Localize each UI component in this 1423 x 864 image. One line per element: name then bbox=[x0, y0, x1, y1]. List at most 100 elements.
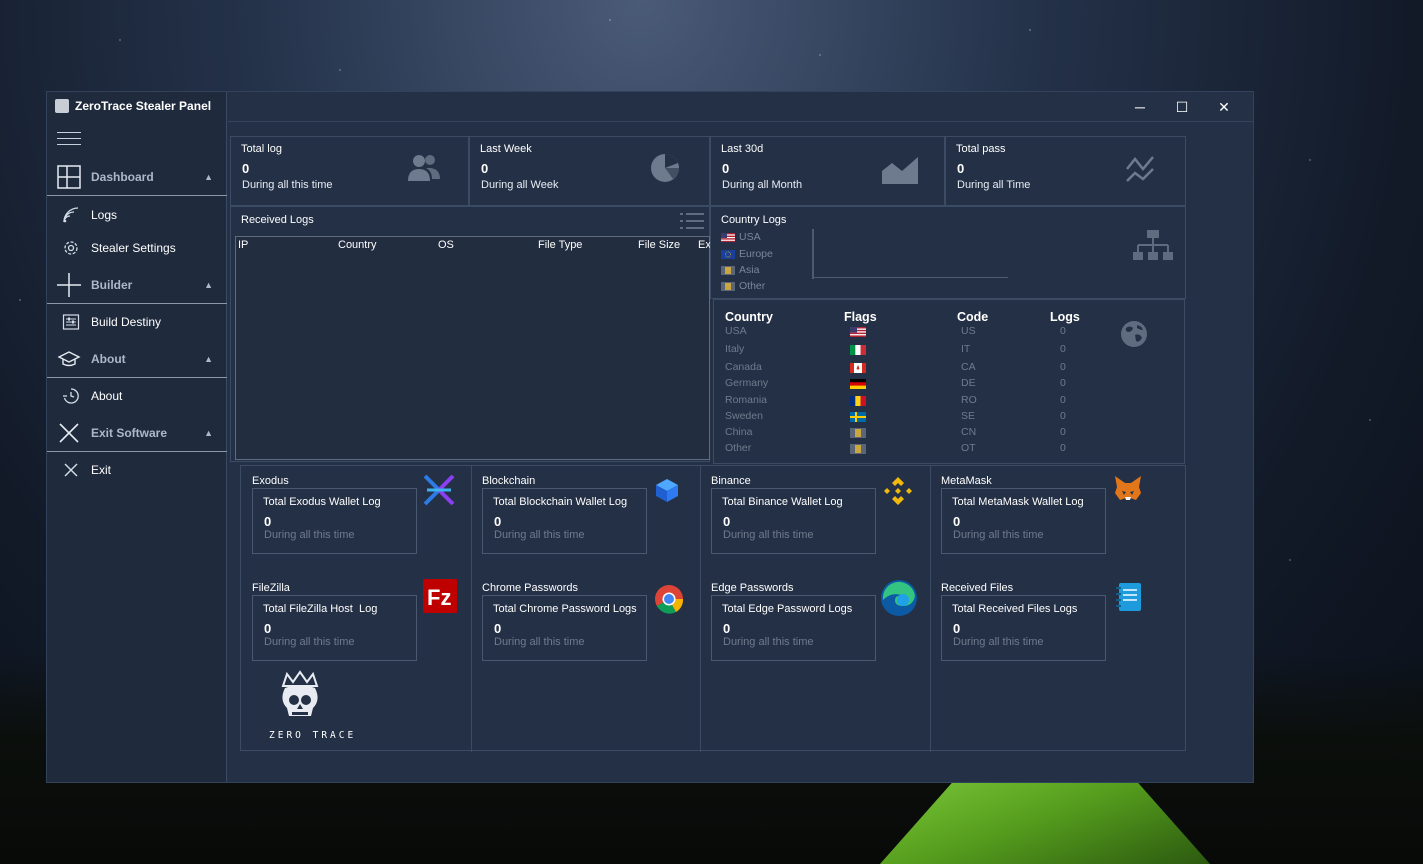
list-icon bbox=[680, 213, 704, 229]
wallet-value: 0 bbox=[264, 514, 272, 529]
sidebar-item-about[interactable]: About bbox=[47, 381, 227, 411]
chevron-up-icon: ▲ bbox=[204, 427, 213, 438]
wallet-label: Total FileZilla Host Log bbox=[263, 603, 378, 615]
nav-section-about[interactable]: About ▲ bbox=[47, 340, 227, 378]
received-logs-table[interactable]: IP Country OS File Type File Size Ex bbox=[235, 236, 711, 460]
sidebar-item-label: About bbox=[91, 389, 123, 403]
globe-icon bbox=[1121, 321, 1147, 347]
area-chart-icon bbox=[882, 157, 918, 184]
country-table-panel: Country Flags Code Logs USA US 0 Italy I… bbox=[713, 299, 1185, 464]
eu-flag-icon bbox=[721, 249, 735, 259]
wallet-card-chrome[interactable]: Total Chrome Password Logs 0 During all … bbox=[482, 595, 647, 661]
placeholder-flag-icon bbox=[850, 428, 866, 438]
wallet-title-filezilla: FileZilla bbox=[252, 582, 290, 594]
nav-section-exit-software[interactable]: Exit Software ▲ bbox=[47, 414, 227, 452]
wallet-value: 0 bbox=[723, 514, 731, 529]
country-name: Other bbox=[725, 442, 752, 454]
stat-value: 0 bbox=[242, 161, 250, 176]
sidebar-item-label: Exit bbox=[91, 463, 112, 477]
close-button[interactable]: ✕ bbox=[1203, 96, 1245, 118]
chart-axis bbox=[812, 277, 1008, 278]
wallet-card-metamask[interactable]: Total MetaMask Wallet Log 0 During all t… bbox=[941, 488, 1106, 554]
metamask-icon bbox=[1115, 476, 1141, 500]
italy-flag-icon bbox=[850, 345, 866, 355]
dashboard-icon bbox=[57, 164, 81, 189]
column-header-logs: Logs bbox=[1050, 310, 1080, 324]
window-controls: ─ ☐ ✕ bbox=[1119, 96, 1245, 118]
zerotrace-logo: ZERO TRACE bbox=[267, 670, 357, 746]
wallet-title-binance: Binance bbox=[711, 475, 751, 487]
build-icon bbox=[62, 313, 80, 331]
column-header-ip[interactable]: IP bbox=[238, 239, 248, 251]
wallet-value: 0 bbox=[723, 621, 731, 636]
received-logs-title: Received Logs bbox=[241, 214, 314, 226]
wallet-subtitle: During all this time bbox=[723, 636, 814, 648]
wallet-card-binance[interactable]: Total Binance Wallet Log 0 During all th… bbox=[711, 488, 876, 554]
svg-text:Fz: Fz bbox=[427, 585, 451, 610]
wallet-subtitle: During all this time bbox=[953, 636, 1044, 648]
sidebar-item-build-destiny[interactable]: Build Destiny bbox=[47, 307, 227, 337]
country-name: Germany bbox=[725, 377, 769, 389]
sidebar-item-exit[interactable]: Exit bbox=[47, 455, 227, 485]
legend-item-other: Other bbox=[721, 280, 765, 292]
column-header-file-type[interactable]: File Type bbox=[538, 239, 582, 251]
blockchain-icon bbox=[656, 479, 678, 502]
country-code: IT bbox=[961, 343, 971, 355]
wallet-title-chrome: Chrome Passwords bbox=[482, 582, 578, 594]
users-icon bbox=[408, 155, 440, 181]
wallet-subtitle: During all this time bbox=[494, 529, 585, 541]
notebook-icon bbox=[1116, 583, 1141, 611]
column-header-os[interactable]: OS bbox=[438, 239, 454, 251]
country-code: DE bbox=[961, 377, 976, 389]
signal-icon bbox=[62, 206, 80, 224]
legend-label: USA bbox=[739, 231, 761, 243]
nav-section-dashboard[interactable]: Dashboard ▲ bbox=[47, 158, 227, 196]
column-header-country[interactable]: Country bbox=[338, 239, 377, 251]
country-code: RO bbox=[961, 394, 977, 406]
stat-card-last-30d: Last 30d 0 During all Month bbox=[710, 136, 945, 206]
wallet-title-blockchain: Blockchain bbox=[482, 475, 536, 487]
minimize-button[interactable]: ─ bbox=[1119, 96, 1161, 118]
sidebar-item-stealer-settings[interactable]: Stealer Settings bbox=[47, 233, 227, 263]
wallet-card-blockchain[interactable]: Total Blockchain Wallet Log 0 During all… bbox=[482, 488, 647, 554]
wallet-label: Total Edge Password Logs bbox=[722, 603, 853, 615]
maximize-button[interactable]: ☐ bbox=[1161, 96, 1203, 118]
wallet-title-exodus: Exodus bbox=[252, 475, 289, 487]
country-code: CN bbox=[961, 426, 977, 438]
wallet-value: 0 bbox=[953, 514, 961, 529]
column-header-ex[interactable]: Ex bbox=[698, 239, 711, 251]
sidebar-item-logs[interactable]: Logs bbox=[47, 200, 227, 230]
nav-section-builder[interactable]: Builder ▲ bbox=[47, 266, 227, 304]
stat-subtitle: During all Week bbox=[481, 179, 559, 191]
nav-section-label: About bbox=[91, 351, 126, 366]
placeholder-flag-icon bbox=[721, 265, 735, 275]
romania-flag-icon bbox=[850, 396, 866, 406]
close-icon bbox=[62, 461, 80, 479]
chevron-up-icon: ▲ bbox=[204, 171, 213, 182]
wallet-card-exodus[interactable]: Total Exodus Wallet Log 0 During all thi… bbox=[252, 488, 417, 554]
stat-title: Total pass bbox=[956, 143, 1006, 155]
legend-item-asia: Asia bbox=[721, 264, 759, 276]
sidebar: ZeroTrace Stealer Panel Dashboard ▲ Logs… bbox=[47, 92, 227, 782]
chevron-up-icon: ▲ bbox=[204, 279, 213, 290]
country-name: Italy bbox=[725, 343, 745, 355]
received-logs-panel: Received Logs IP Country OS File Type Fi… bbox=[230, 206, 711, 462]
canada-flag-icon bbox=[850, 363, 866, 373]
country-name: Sweden bbox=[725, 410, 763, 422]
grid-divider bbox=[471, 466, 472, 752]
stat-title: Last Week bbox=[480, 143, 532, 155]
stat-title: Total log bbox=[241, 143, 282, 155]
hamburger-menu-icon[interactable] bbox=[57, 132, 81, 146]
wallet-label: Total Exodus Wallet Log bbox=[263, 496, 381, 508]
chevron-up-icon: ▲ bbox=[204, 353, 213, 364]
wallet-subtitle: During all this time bbox=[264, 636, 355, 648]
wallet-card-edge[interactable]: Total Edge Password Logs 0 During all th… bbox=[711, 595, 876, 661]
wallet-value: 0 bbox=[953, 621, 961, 636]
logo-text: ZERO TRACE bbox=[269, 730, 357, 741]
wallet-card-filezilla[interactable]: Total FileZilla Host Log 0 During all th… bbox=[252, 595, 417, 661]
wallet-card-received-files[interactable]: Total Received Files Logs 0 During all t… bbox=[941, 595, 1106, 661]
wallet-label: Total MetaMask Wallet Log bbox=[952, 496, 1084, 508]
column-header-file-size[interactable]: File Size bbox=[638, 239, 680, 251]
gear-icon bbox=[62, 239, 80, 257]
app-title-text: ZeroTrace Stealer Panel bbox=[75, 99, 212, 113]
